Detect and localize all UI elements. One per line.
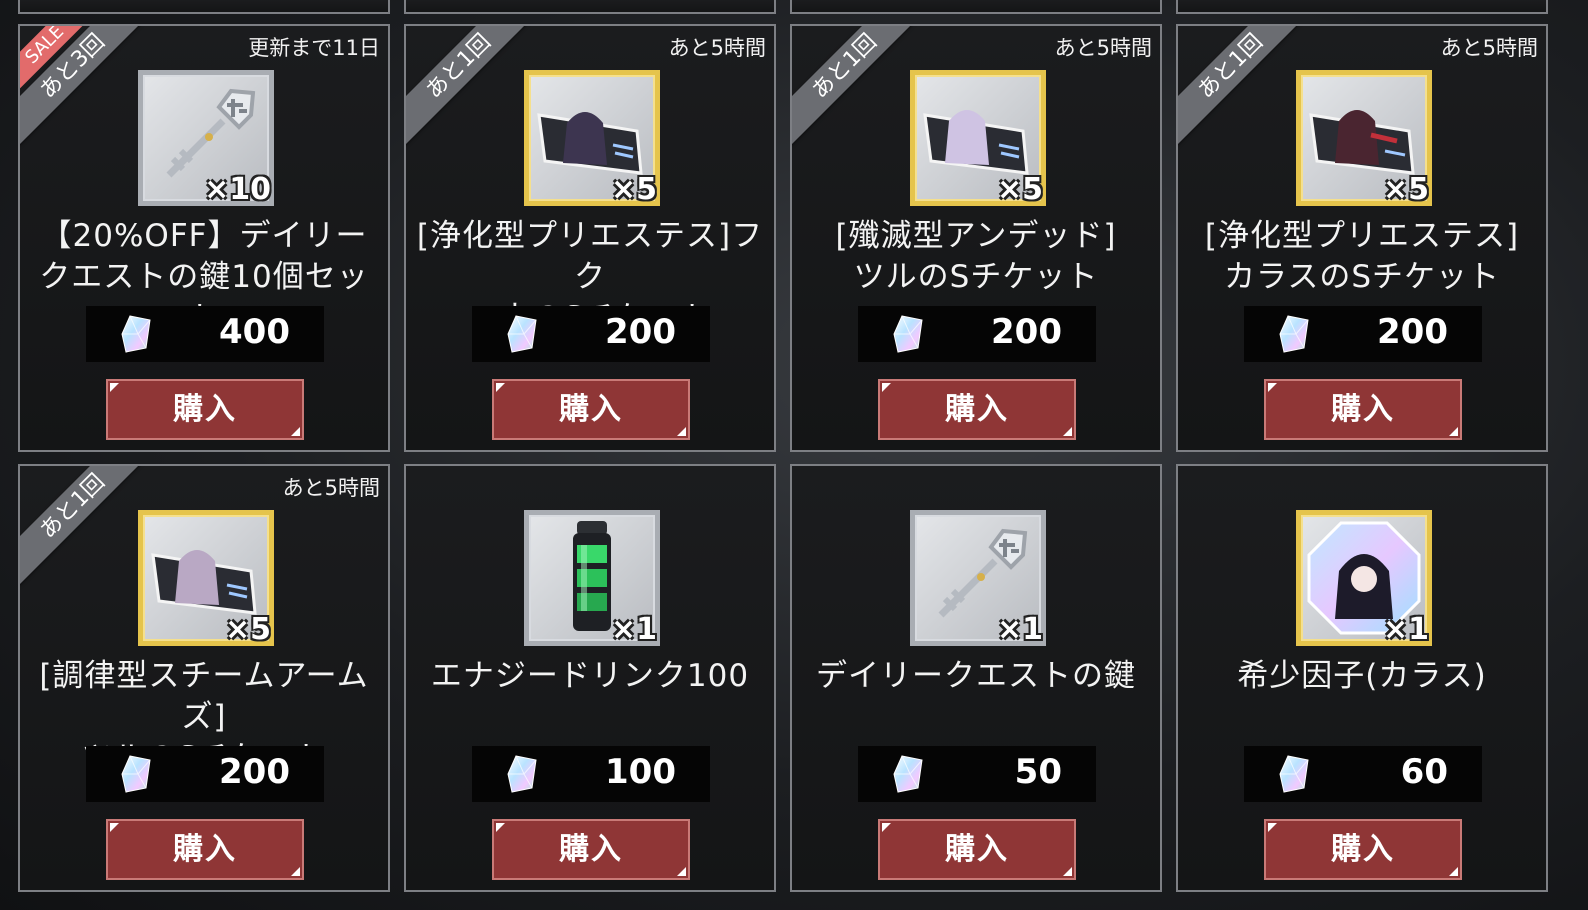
purchase-limit-ribbon: あと1回 xyxy=(792,26,925,147)
purchase-limit-ribbon: あと1回 xyxy=(406,26,539,147)
item-name: デイリークエストの鍵 xyxy=(798,656,1154,697)
item-price: 50 xyxy=(1014,752,1062,792)
buy-button[interactable]: 購入 xyxy=(1264,379,1462,440)
item-price: 200 xyxy=(219,752,290,792)
price-box: 200 xyxy=(1244,306,1482,362)
item-name-line: 希少因子(カラス) xyxy=(1237,658,1487,694)
item-quantity: ×1 xyxy=(996,612,1043,647)
crystal-gem-icon xyxy=(1279,315,1309,353)
buy-button[interactable]: 購入 xyxy=(878,819,1076,880)
price-box: 50 xyxy=(858,746,1096,802)
buy-button[interactable]: 購入 xyxy=(106,819,304,880)
buy-button[interactable]: 購入 xyxy=(492,379,690,440)
item-name-line: [殲滅型アンデッド] xyxy=(835,218,1117,254)
item-quantity: ×5 xyxy=(610,172,657,207)
item-name-line: [調律型スチームアームズ] xyxy=(39,658,369,735)
item-name: [殲滅型アンデッド] ツルのSチケット xyxy=(798,216,1154,298)
price-box: 200 xyxy=(472,306,710,362)
crystal-gem-icon xyxy=(121,315,151,353)
item-icon-frame[interactable]: ×10 xyxy=(138,70,274,207)
item-price: 200 xyxy=(605,312,676,352)
item-price: 400 xyxy=(219,312,290,352)
item-icon-frame[interactable]: ×5 xyxy=(524,70,660,207)
item-quantity: ×5 xyxy=(224,612,271,647)
buy-button[interactable]: 購入 xyxy=(106,379,304,440)
item-price: 200 xyxy=(1377,312,1448,352)
price-box: 100 xyxy=(472,746,710,802)
item-quantity: ×5 xyxy=(996,172,1043,207)
crystal-gem-icon xyxy=(507,755,537,793)
item-quantity: ×1 xyxy=(610,612,657,647)
item-price: 60 xyxy=(1400,752,1448,792)
buy-button[interactable]: 購入 xyxy=(1264,819,1462,880)
shop-card-fukurou-ticket: あと1回 あと5時間 ×5 [浄化型プリエステス]フク ロウのSチケット 200… xyxy=(404,24,776,452)
price-box: 200 xyxy=(86,746,324,802)
item-price: 200 xyxy=(991,312,1062,352)
shop-card-rare-factor-karasu: ×1 希少因子(カラス) 60 購入 xyxy=(1176,464,1548,892)
item-name: エナジードリンク100 xyxy=(412,656,768,697)
price-box: 200 xyxy=(858,306,1096,362)
item-name-line: [浄化型プリエステス] xyxy=(1204,218,1520,254)
shop-card-tsuru-undead-ticket: あと1回 あと5時間 ×5 [殲滅型アンデッド] ツルのSチケット 200 購入 xyxy=(790,24,1162,452)
item-name-line: 【20%OFF】デイリー xyxy=(40,218,368,254)
shop-card-partial xyxy=(18,0,390,14)
item-quantity: ×10 xyxy=(204,172,271,207)
refresh-timer: あと5時間 xyxy=(1054,36,1152,60)
crystal-gem-icon xyxy=(507,315,537,353)
refresh-timer: あと5時間 xyxy=(1440,36,1538,60)
item-name-line: [浄化型プリエステス]フク xyxy=(416,218,764,295)
shop-card-tsuru-steam-ticket: あと1回 あと5時間 ×5 [調律型スチームアームズ] ツルのSチケット 200… xyxy=(18,464,390,892)
item-quantity: ×1 xyxy=(1382,612,1429,647)
item-name: [浄化型プリエステス] カラスのSチケット xyxy=(1184,216,1540,298)
purchase-limit-ribbon: あと1回 xyxy=(1178,26,1311,147)
refresh-timer: 更新まで11日 xyxy=(248,36,380,60)
item-icon-frame[interactable]: ×5 xyxy=(1296,70,1432,207)
shop-card-karasu-ticket: あと1回 あと5時間 ×5 [浄化型プリエステス] カラスのSチケット 200 … xyxy=(1176,24,1548,452)
item-icon-frame[interactable]: ×1 xyxy=(524,510,660,647)
item-name-line: エナジードリンク100 xyxy=(430,658,750,694)
item-price: 100 xyxy=(605,752,676,792)
price-box: 60 xyxy=(1244,746,1482,802)
buy-button[interactable]: 購入 xyxy=(878,379,1076,440)
shop-card-partial xyxy=(1176,0,1548,14)
price-box: 400 xyxy=(86,306,324,362)
purchase-limit-ribbon: あと1回 xyxy=(20,466,153,587)
shop-grid: あと3回 SALE 更新まで11日 ×10 【20%OFF】デイリー クエストの… xyxy=(0,0,1588,910)
crystal-gem-icon xyxy=(121,755,151,793)
item-icon-frame[interactable]: ×5 xyxy=(138,510,274,647)
shop-card-partial xyxy=(404,0,776,14)
crystal-gem-icon xyxy=(1279,755,1309,793)
item-icon-frame[interactable]: ×1 xyxy=(910,510,1046,647)
item-name-line: デイリークエストの鍵 xyxy=(816,658,1136,694)
crystal-gem-icon xyxy=(893,755,923,793)
shop-card-daily-key-set: あと3回 SALE 更新まで11日 ×10 【20%OFF】デイリー クエストの… xyxy=(18,24,390,452)
shop-card-partial xyxy=(790,0,1162,14)
item-quantity: ×5 xyxy=(1382,172,1429,207)
shop-card-energy-drink: ×1 エナジードリンク100 100 購入 xyxy=(404,464,776,892)
item-icon-frame[interactable]: ×5 xyxy=(910,70,1046,207)
crystal-gem-icon xyxy=(893,315,923,353)
shop-card-daily-key: ×1 デイリークエストの鍵 50 購入 xyxy=(790,464,1162,892)
item-name-line: カラスのSチケット xyxy=(1223,259,1501,295)
refresh-timer: あと5時間 xyxy=(282,476,380,500)
item-name: 希少因子(カラス) xyxy=(1184,656,1540,697)
item-icon-frame[interactable]: ×1 xyxy=(1296,510,1432,647)
buy-button[interactable]: 購入 xyxy=(492,819,690,880)
item-name-line: ツルのSチケット xyxy=(853,259,1099,295)
refresh-timer: あと5時間 xyxy=(668,36,766,60)
